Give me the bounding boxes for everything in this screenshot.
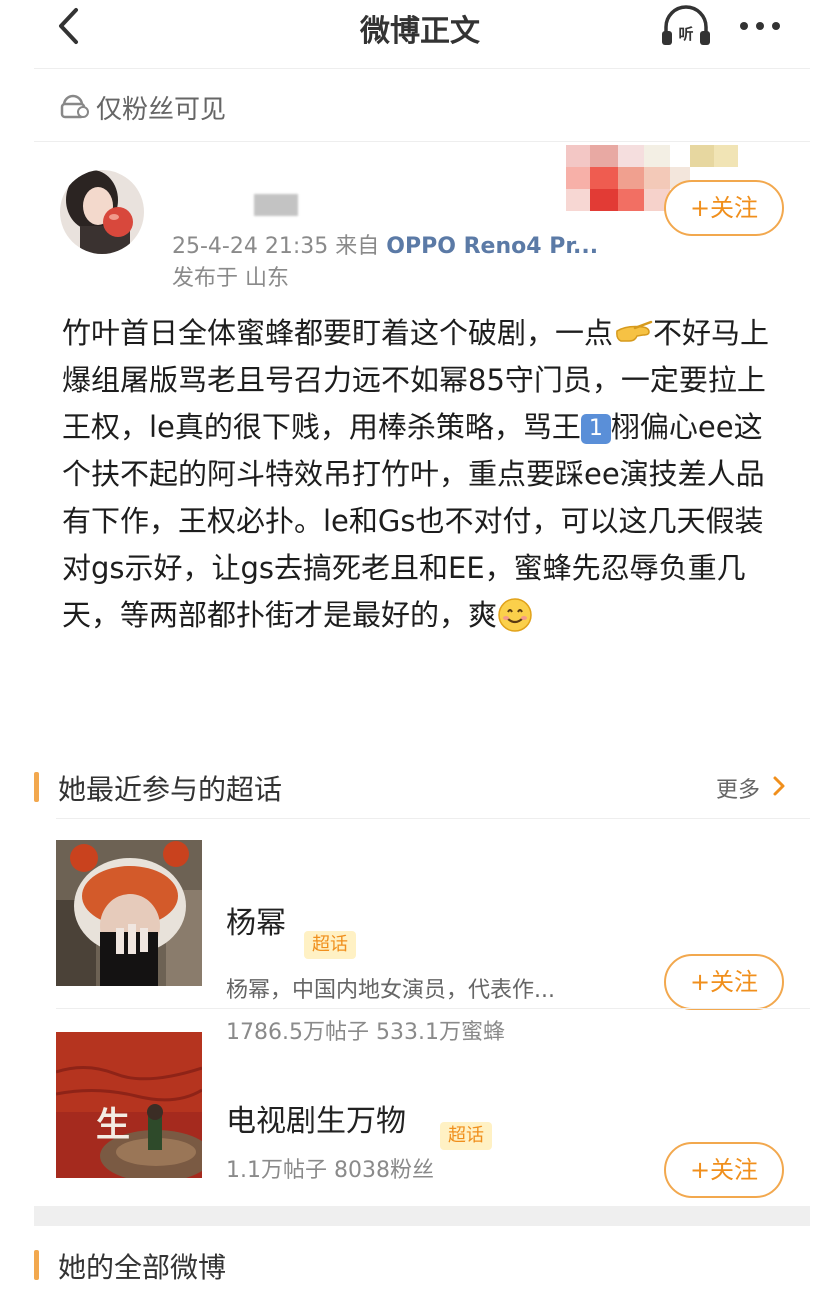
svg-text:听: 听 [678,25,693,43]
fans-only-lock-icon [60,91,90,119]
page-title: 微博正文 [360,14,480,49]
timestamp: 25-4-24 21:35 [172,234,329,259]
topic-thumbnail: 生 [56,1032,202,1178]
all-posts-title: 她的全部微博 [58,1251,227,1284]
recent-topics-header: 她最近参与的超话 更多 [34,754,810,818]
more-options-icon[interactable] [735,4,785,44]
recent-topics-title: 她最近参与的超话 [58,773,283,806]
weibo-post: +关注 25-4-24 21:35 来自 OPPO Reno4 Pr... 发布… [34,140,810,700]
topic-name: 杨幂 [226,906,286,941]
number-badge-icon: 1 [580,414,611,444]
privacy-text: 仅粉丝可见 [96,95,227,125]
topic-name: 电视剧生万物 [226,1104,406,1139]
post-text: 竹叶首日全体蜜蜂都要盯着这个破剧，一点 不好马上爆组屠版骂老且号召力远不如幂85守… [62,310,782,639]
section-accent-bar [34,1250,39,1280]
privacy-banner: 仅粉丝可见 [34,68,810,142]
more-link[interactable]: 更多 [716,772,760,804]
section-separator [34,1206,810,1226]
topic-thumbnail [56,840,202,986]
follow-topic-button[interactable]: +关注 [664,1142,784,1198]
chevron-right-icon[interactable] [772,775,786,797]
super-topic-badge: 超话 [304,931,356,959]
section-accent-bar [34,772,39,802]
device-source-link[interactable]: OPPO Reno4 Pr... [386,234,598,259]
svg-text:生: 生 [96,1105,130,1145]
post-location: 发布于 山东 [172,266,289,291]
topic-description: 杨幂，中国内地女演员，代表作... [226,978,555,1003]
all-posts-header[interactable]: 她的全部微博 [34,1232,810,1296]
main-content: 仅粉丝可见 +关注 25-4-24 21:35 来自 OPPO Reno4 Pr… [34,68,810,1228]
post-meta: 25-4-24 21:35 来自 OPPO Reno4 Pr... [172,228,598,260]
top-bar: 微博正文 听 [0,0,840,60]
smile-emoji-icon [497,597,533,633]
topic-item-wanwu[interactable]: 生 电视剧生万物 超话 1.1万帖子 8038粉丝 +关注 [34,1002,810,1198]
post-text-part-1: 竹叶首日全体蜜蜂都要盯着这个破剧，一点 [62,316,614,350]
headphones-icon[interactable]: 听 [660,5,712,49]
username-redacted [254,194,298,216]
source-prefix: 来自 [335,234,380,259]
super-topic-badge: 超话 [440,1122,492,1150]
topic-stats: 1.1万帖子 8038粉丝 [226,1158,434,1183]
pointing-hand-emoji-icon [613,314,653,342]
topic-item-yangmi[interactable]: 杨幂 超话 杨幂，中国内地女演员，代表作... 1786.5万帖子 533.1万… [34,810,810,1045]
follow-button[interactable]: +关注 [664,180,784,236]
avatar[interactable] [60,170,144,254]
